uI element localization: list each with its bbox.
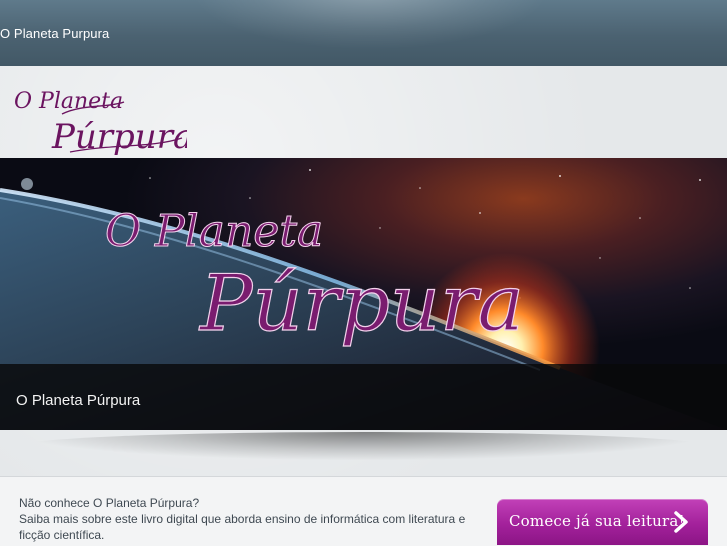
small-moon: [21, 178, 33, 190]
topbar-glow: [190, 0, 550, 50]
banner-caption-bar: O Planeta Púrpura: [0, 364, 727, 430]
promo-description: Saiba mais sobre este livro digital que …: [19, 512, 466, 542]
logo-line1: O Planeta: [14, 89, 123, 114]
banner-caption: O Planeta Púrpura: [16, 392, 141, 409]
banner-title-line1: O Planeta: [105, 206, 323, 257]
site-logo[interactable]: O Planeta Púrpura: [12, 86, 193, 158]
top-navigation-bar: O Planeta Purpura: [0, 0, 727, 66]
banner-drop-shadow: [20, 432, 707, 460]
chevron-right-icon: [674, 511, 688, 533]
banner-title-line2: Púrpura: [198, 259, 524, 349]
start-reading-button[interactable]: Comece já sua leitura!: [497, 499, 708, 545]
start-reading-label: Comece já sua leitura!: [509, 512, 685, 530]
logo-graphic: O Planeta Púrpura: [14, 89, 193, 157]
promo-question: Não conhece O Planeta Púrpura?: [19, 496, 200, 510]
site-title-link[interactable]: O Planeta Purpura: [0, 26, 109, 41]
logo-line2: Púrpura: [51, 117, 187, 157]
